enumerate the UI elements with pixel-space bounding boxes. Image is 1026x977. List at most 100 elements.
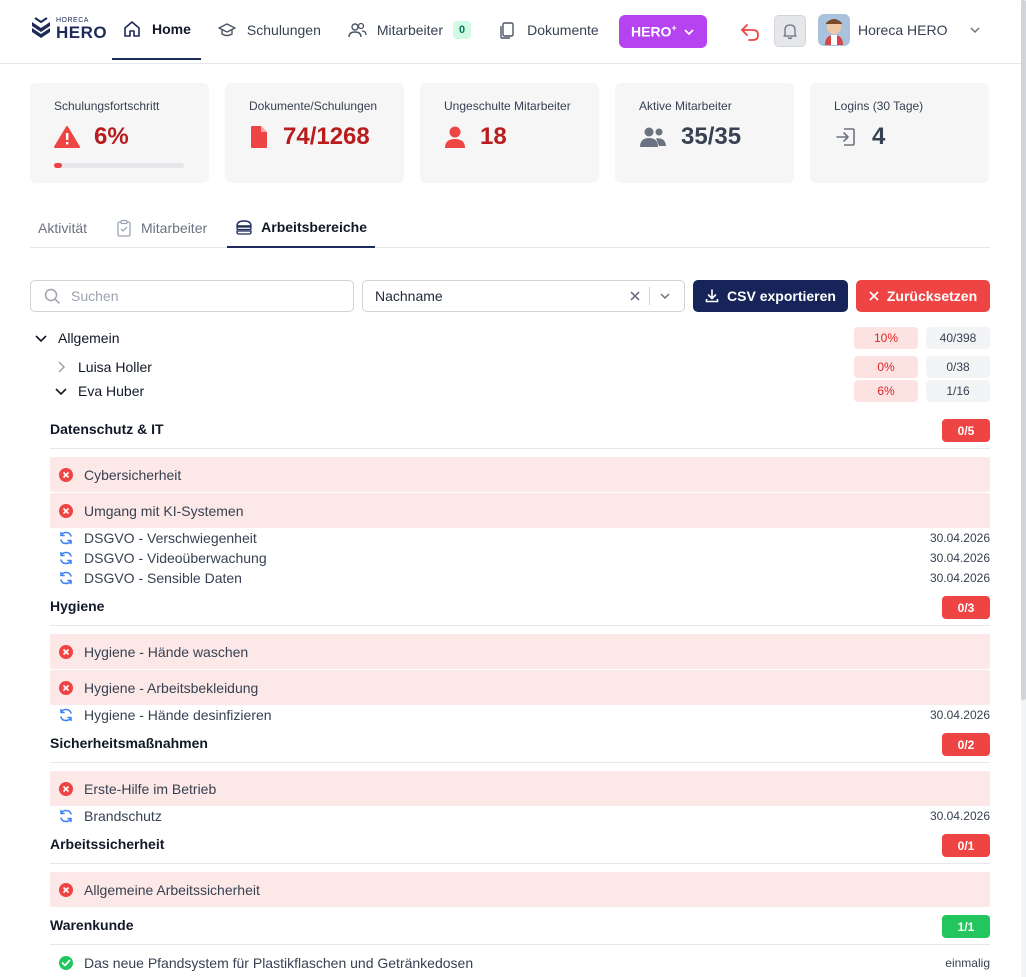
section-title-datenschutz: Datenschutz & IT: [50, 421, 164, 437]
training-item-failed[interactable]: Erste-Hilfe im Betrieb: [50, 771, 990, 806]
users-icon: [640, 127, 666, 147]
card-title: Schulungsfortschritt: [54, 99, 160, 113]
training-item-failed[interactable]: Hygiene - Arbeitsbekleidung: [50, 670, 990, 705]
logo[interactable]: HORECA HERO: [30, 16, 107, 42]
chevron-down-icon[interactable]: [54, 384, 68, 398]
reset-label: Zurücksetzen: [886, 288, 978, 304]
section-score-badge: 1/1: [942, 915, 990, 938]
user-icon: [445, 126, 465, 148]
section-title-warenkunde: Warenkunde: [50, 917, 134, 933]
training-item-pending[interactable]: DSGVO - Verschwiegenheit 30.04.2026: [50, 528, 990, 548]
check-circle-icon: [59, 956, 73, 970]
section-score-badge: 0/1: [942, 834, 990, 857]
training-item-failed[interactable]: Umgang mit KI-Systemen: [50, 493, 990, 528]
training-frequency: einmalig: [945, 956, 990, 970]
home-icon: [124, 21, 140, 37]
training-label: Brandschutz: [84, 808, 162, 824]
search-icon: [44, 288, 60, 304]
x-circle-icon: [59, 680, 73, 695]
sort-select[interactable]: Nachname: [362, 280, 685, 312]
nav-mitarbeiter[interactable]: Mitarbeiter 0: [337, 0, 481, 60]
card-value: 35/35: [681, 123, 742, 150]
kpi-card-aktive: Aktive Mitarbeiter 35/35: [615, 83, 794, 183]
group-percent-badge: 10%: [854, 327, 918, 349]
section-score-badge: 0/3: [942, 596, 990, 619]
employee-percent-badge: 0%: [854, 356, 918, 378]
training-label: DSGVO - Videoüberwachung: [84, 550, 267, 566]
nav-home-label: Home: [152, 21, 191, 37]
search-box[interactable]: [30, 280, 354, 312]
kpi-cards: Schulungsfortschritt 6% Dokumente/Schulu…: [30, 83, 989, 183]
training-label: Umgang mit KI-Systemen: [84, 502, 244, 519]
warning-triangle-icon: [54, 126, 80, 148]
kpi-card-schulungsfortschritt: Schulungsfortschritt 6%: [30, 83, 209, 183]
nav-schulungen-label: Schulungen: [246, 22, 321, 38]
training-label: Cybersicherheit: [84, 466, 182, 483]
scrollbar-thumb[interactable]: [1021, 0, 1026, 700]
training-item-pending[interactable]: DSGVO - Videoüberwachung 30.04.2026: [50, 548, 990, 568]
training-item-pending[interactable]: Brandschutz 30.04.2026: [50, 806, 990, 826]
employee-row-eva-huber[interactable]: Eva Huber: [54, 381, 144, 401]
training-item-pending[interactable]: Hygiene - Hände desinfizieren 30.04.2026: [50, 705, 990, 725]
x-circle-icon: [59, 503, 73, 518]
tab-mitarbeiter[interactable]: Mitarbeiter: [107, 208, 215, 248]
chevron-down-icon[interactable]: [34, 331, 48, 345]
group-row-allgemein[interactable]: Allgemein: [34, 328, 119, 348]
kpi-card-logins: Logins (30 Tage) 4: [810, 83, 989, 183]
section-score-badge: 0/5: [942, 419, 990, 442]
training-item-failed[interactable]: Allgemeine Arbeitssicherheit: [50, 872, 990, 907]
employee-row-luisa-holler[interactable]: Luisa Holler: [54, 357, 152, 377]
user-menu[interactable]: Horeca HERO: [818, 14, 981, 46]
undo-icon[interactable]: [738, 20, 762, 44]
refresh-icon: [60, 531, 72, 545]
training-item-pending[interactable]: DSGVO - Sensible Daten 30.04.2026: [50, 568, 990, 588]
reset-button[interactable]: Zurücksetzen: [856, 280, 990, 312]
bell-icon: [783, 24, 797, 40]
tab-aktivitaet[interactable]: Aktivität: [30, 208, 95, 248]
chevron-right-icon[interactable]: [54, 360, 68, 374]
page-scrollbar[interactable]: [1021, 0, 1026, 977]
x-circle-icon: [59, 467, 73, 482]
card-title: Aktive Mitarbeiter: [639, 99, 732, 113]
notifications-button[interactable]: [774, 15, 806, 47]
download-icon: [705, 289, 719, 303]
chevron-down-icon[interactable]: [658, 289, 672, 303]
refresh-icon: [60, 708, 72, 722]
clear-icon[interactable]: [629, 290, 641, 302]
nav-dokumente[interactable]: Dokumente: [487, 0, 609, 60]
search-input[interactable]: [71, 288, 321, 304]
hero-button-label: HERO+: [631, 23, 677, 40]
section-title-arbeitssicherheit: Arbeitssicherheit: [50, 836, 165, 852]
card-value: 4: [872, 123, 886, 150]
nav-mitarbeiter-label: Mitarbeiter: [376, 22, 443, 38]
training-label: Das neue Pfandsystem für Plastikflaschen…: [84, 955, 474, 971]
nav-schulungen[interactable]: Schulungen: [207, 0, 331, 60]
x-circle-icon: [59, 882, 73, 897]
tab-bar: Aktivität Mitarbeiter Arbeitsbereiche: [30, 208, 990, 248]
training-label: DSGVO - Verschwiegenheit: [84, 530, 257, 546]
training-label: Hygiene - Arbeitsbekleidung: [84, 679, 259, 696]
nav-home[interactable]: Home: [112, 0, 201, 60]
training-date: 30.04.2026: [929, 531, 990, 545]
x-circle-icon: [59, 644, 73, 659]
training-item-failed[interactable]: Hygiene - Hände waschen: [50, 634, 990, 669]
kpi-card-dokumente: Dokumente/Schulungen 74/1268: [225, 83, 404, 183]
training-label: Hygiene - Hände waschen: [84, 643, 249, 660]
hero-plus-button[interactable]: HERO+: [619, 15, 707, 48]
file-icon: [251, 126, 267, 148]
clipboard-check-icon: [117, 219, 131, 237]
employee-count-badge: 1/16: [926, 380, 990, 402]
training-date: 30.04.2026: [929, 571, 990, 585]
training-item-failed[interactable]: Cybersicherheit: [50, 457, 990, 492]
card-title: Ungeschulte Mitarbeiter: [444, 99, 571, 113]
kpi-card-ungeschulte: Ungeschulte Mitarbeiter 18: [420, 83, 599, 183]
documents-icon: [500, 22, 514, 39]
logo-mark-icon: [32, 17, 50, 38]
main-nav: Home Schulungen Mitarbeiter 0 Dokumente: [112, 0, 615, 60]
card-value: 18: [480, 123, 507, 150]
csv-export-button[interactable]: CSV exportieren: [693, 280, 848, 312]
card-value: 6%: [94, 123, 129, 150]
training-item-done[interactable]: Das neue Pfandsystem für Plastikflaschen…: [50, 953, 990, 973]
section-divider: [50, 448, 990, 449]
tab-arbeitsbereiche[interactable]: Arbeitsbereiche: [227, 208, 375, 248]
